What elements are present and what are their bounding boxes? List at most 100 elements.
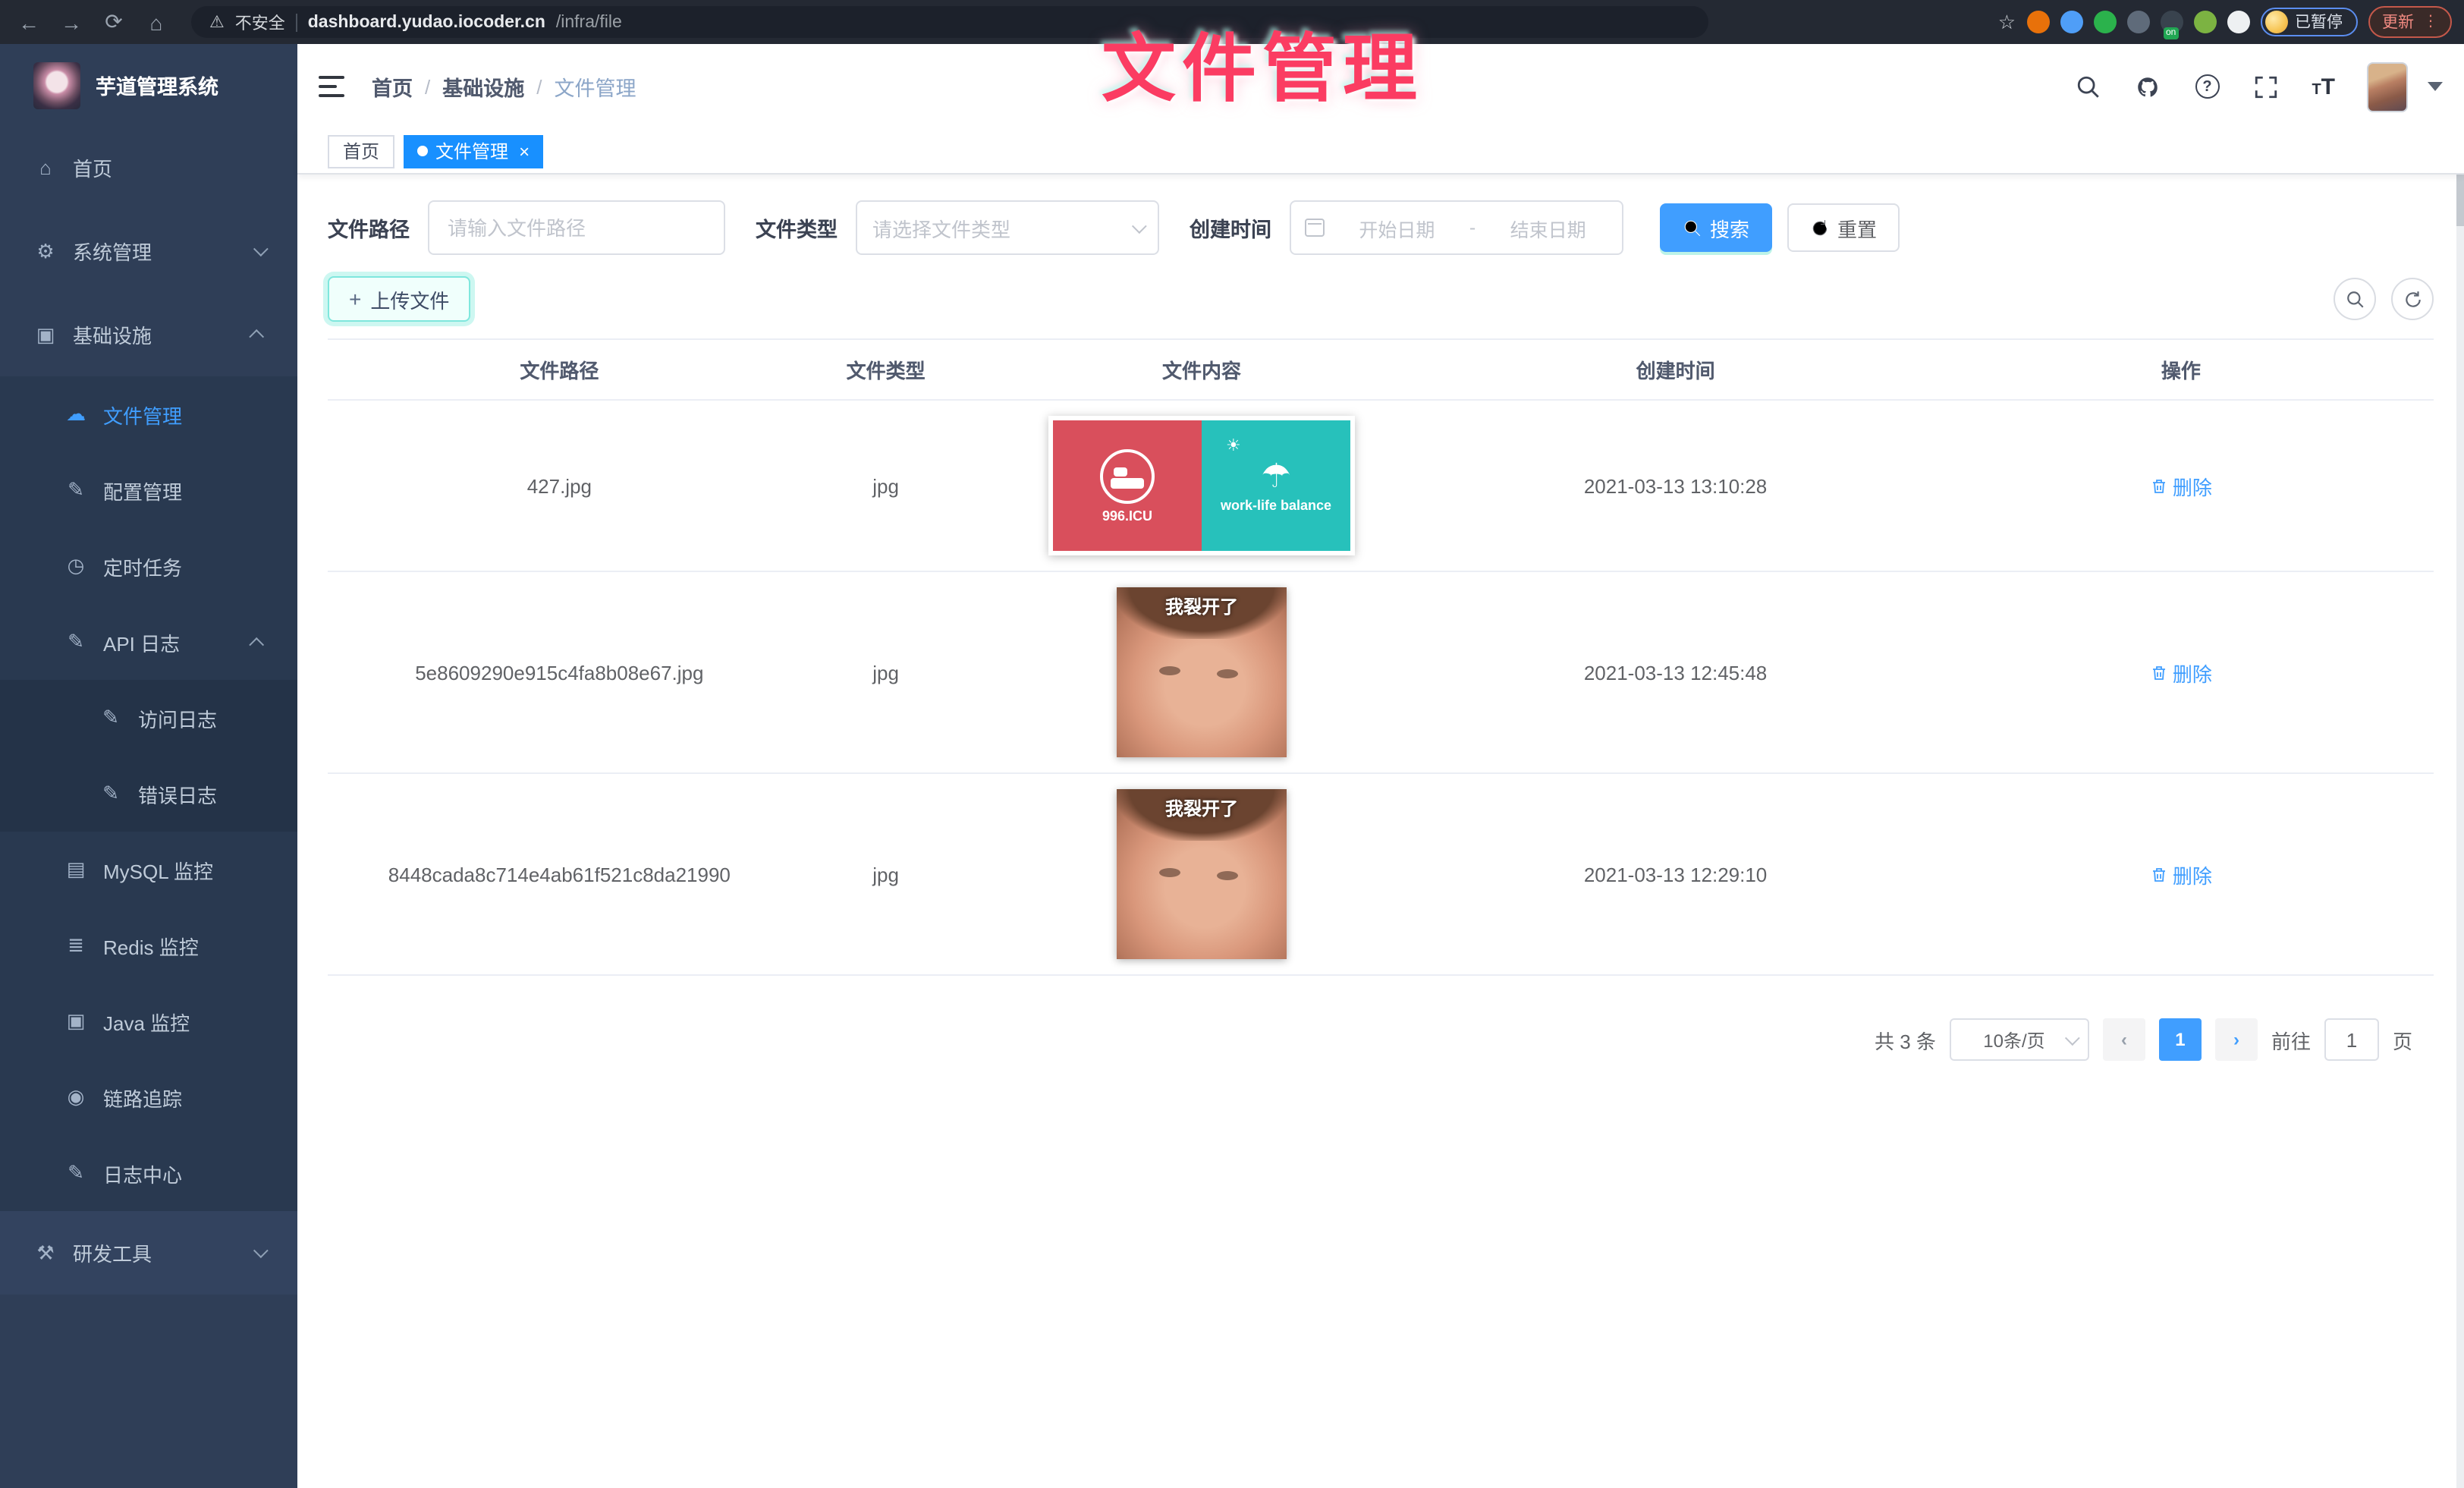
browser-menu-icon[interactable]: ⋮ xyxy=(2423,19,2438,25)
sidebar-item-system-management[interactable]: ⚙ 系统管理 xyxy=(0,209,297,293)
browser-home-icon[interactable]: ⌂ xyxy=(140,10,173,34)
tab-home[interactable]: 首页 xyxy=(328,134,394,168)
sidebar-item-redis-monitor[interactable]: ≣ Redis 监控 xyxy=(0,908,297,983)
cell-created-time: 2021-03-13 12:45:48 xyxy=(1422,571,1928,773)
chevron-down-icon xyxy=(2065,1030,2080,1045)
date-range-picker[interactable]: 开始日期 - 结束日期 xyxy=(1290,200,1623,255)
next-page-button[interactable]: › xyxy=(2215,1018,2258,1061)
security-warning-icon: ⚠ xyxy=(209,12,225,32)
sidebar-item-java-monitor[interactable]: ▣ Java 监控 xyxy=(0,983,297,1059)
extension-green-circle-icon[interactable] xyxy=(2093,11,2116,33)
annotation-overlay-title: 文件管理 xyxy=(1102,9,1423,117)
delete-button[interactable]: 删除 xyxy=(2150,658,2212,687)
breadcrumb-separator: / xyxy=(425,75,430,98)
prev-page-button[interactable]: ‹ xyxy=(2103,1018,2145,1061)
goto-page-input[interactable] xyxy=(2324,1018,2379,1061)
file-preview-baby-meme[interactable]: 我裂开了 xyxy=(1117,587,1287,757)
file-type-select[interactable]: 请选择文件类型 xyxy=(856,200,1159,255)
menu-icon: ◷ xyxy=(64,554,88,578)
security-label[interactable]: 不安全 xyxy=(235,10,285,34)
menu-icon: ≣ xyxy=(64,933,88,958)
user-avatar[interactable] xyxy=(2367,61,2408,112)
page-size-select[interactable]: 10条/页 xyxy=(1950,1018,2089,1061)
sidebar-item-link-tracing[interactable]: ◉ 链路追踪 xyxy=(0,1059,297,1135)
sidebar-item-error-logs[interactable]: ✎ 错误日志 xyxy=(0,756,297,832)
browser-extensions: on xyxy=(2026,11,2249,33)
browser-back-icon[interactable]: ← xyxy=(12,10,46,34)
reset-button[interactable]: 重置 xyxy=(1787,203,1900,252)
sidebar-item-dev-tools[interactable]: ⚒ 研发工具 xyxy=(0,1211,297,1295)
page-1-button[interactable]: 1 xyxy=(2159,1018,2202,1061)
menu-icon: ▣ xyxy=(33,322,58,347)
tab-file-management[interactable]: 文件管理 × xyxy=(404,134,543,168)
sidebar-item-file-management[interactable]: ☁ 文件管理 xyxy=(0,376,297,452)
browser-forward-icon[interactable]: → xyxy=(55,10,88,34)
sidebar-item-mysql-monitor[interactable]: ▤ MySQL 监控 xyxy=(0,832,297,908)
fullscreen-icon[interactable] xyxy=(2252,73,2280,100)
table-row: 5e8609290e915c4fa8b08e67.jpg jpg 我裂开了 20… xyxy=(328,571,2434,773)
header-search-icon[interactable] xyxy=(2075,73,2102,100)
chevron-icon xyxy=(253,1243,269,1258)
profile-paused-badge[interactable]: 已暂停 xyxy=(2260,8,2358,36)
breadcrumb-infrastructure[interactable]: 基础设施 xyxy=(442,71,524,102)
cell-file-type: jpg xyxy=(791,571,981,773)
menu-icon: ✎ xyxy=(64,1161,88,1185)
sidebar-item-scheduled-tasks[interactable]: ◷ 定时任务 xyxy=(0,528,297,604)
url-divider xyxy=(296,13,297,31)
file-path-input[interactable] xyxy=(428,200,725,255)
col-file-content: 文件内容 xyxy=(981,339,1423,400)
sidebar-item-access-logs[interactable]: ✎ 访问日志 xyxy=(0,680,297,756)
delete-button[interactable]: 删除 xyxy=(2150,860,2212,889)
chrome-update-button[interactable]: 更新 ⋮ xyxy=(2368,6,2452,38)
menu-icon: ◉ xyxy=(64,1085,88,1109)
page-content: 文件路径 文件类型 请选择文件类型 创建时间 开始日期 - 结束日期 xyxy=(297,175,2464,1488)
screen: ← → ⟳ ⌂ ⚠ 不安全 dashboard.yudao.iocoder.cn… xyxy=(0,0,2464,1488)
main-panel: 首页 / 基础设施 / 文件管理 ? TT 首页 xyxy=(297,44,2464,1488)
cell-file-type: jpg xyxy=(791,400,981,571)
toggle-search-button[interactable] xyxy=(2334,278,2376,320)
menu-icon: ✎ xyxy=(99,706,123,730)
sidebar-item-home[interactable]: ⌂ 首页 xyxy=(0,126,297,209)
sidebar-item-infrastructure[interactable]: ▣ 基础设施 xyxy=(0,293,297,376)
extension-orange-gear-icon[interactable] xyxy=(2026,11,2049,33)
app-logo-row[interactable]: 芋道管理系统 xyxy=(0,44,297,126)
plus-icon: + xyxy=(349,287,361,311)
menu-icon: ✎ xyxy=(64,478,88,502)
extension-puzzle-icon[interactable] xyxy=(2227,11,2249,33)
extension-green-leaf-icon[interactable] xyxy=(2193,11,2216,33)
file-preview-996-banner[interactable]: 996.ICU ☀ ☂ work-life balance xyxy=(1048,416,1355,555)
github-icon[interactable] xyxy=(2134,73,2161,100)
pagination: 共 3 条 10条/页 ‹ 1 › 前往 页 xyxy=(328,1018,2434,1061)
sidebar-collapse-icon[interactable] xyxy=(319,76,344,97)
address-bar[interactable]: ⚠ 不安全 dashboard.yudao.iocoder.cn /infra/… xyxy=(191,6,1708,38)
user-menu-caret-icon[interactable] xyxy=(2428,82,2443,91)
help-icon[interactable]: ? xyxy=(2193,73,2220,100)
delete-button[interactable]: 删除 xyxy=(2150,471,2212,500)
sidebar-item-api-logs[interactable]: ✎ API 日志 xyxy=(0,604,297,680)
col-file-path: 文件路径 xyxy=(328,339,791,400)
extension-blue-grid-icon[interactable] xyxy=(2126,11,2149,33)
file-table: 文件路径 文件类型 文件内容 创建时间 操作 427.jpg jpg 996.I… xyxy=(328,338,2434,976)
sidebar-item-config-management[interactable]: ✎ 配置管理 xyxy=(0,452,297,528)
breadcrumb-home[interactable]: 首页 xyxy=(372,71,413,102)
tab-close-icon[interactable]: × xyxy=(519,140,530,162)
browser-scrollbar[interactable] xyxy=(2456,44,2464,1488)
menu-icon: ⌂ xyxy=(33,156,58,179)
bookmark-star-icon[interactable]: ☆ xyxy=(1998,10,2016,34)
upload-file-button[interactable]: + 上传文件 xyxy=(328,276,470,322)
file-preview-baby-meme[interactable]: 我裂开了 xyxy=(1117,789,1287,959)
browser-reload-icon[interactable]: ⟳ xyxy=(97,9,130,35)
extension-blue-drop-icon[interactable] xyxy=(2060,11,2082,33)
sidebar-item-log-center[interactable]: ✎ 日志中心 xyxy=(0,1135,297,1211)
menu-icon: ✎ xyxy=(64,630,88,654)
cell-actions: 删除 xyxy=(1928,773,2434,975)
font-size-icon[interactable]: TT xyxy=(2312,74,2335,99)
url-host: dashboard.yudao.iocoder.cn xyxy=(308,13,545,31)
chevron-icon xyxy=(249,329,264,344)
cell-file-path: 5e8609290e915c4fa8b08e67.jpg xyxy=(328,571,791,773)
sidebar-menu: ⌂ 首页 ⚙ 系统管理 ▣ 基础设施 ☁ 文件管理 ✎ 配置管理 ◷ 定时任务 … xyxy=(0,126,297,1488)
date-start-placeholder: 开始日期 xyxy=(1337,213,1457,242)
refresh-table-button[interactable] xyxy=(2391,278,2434,320)
search-button[interactable]: 搜索 xyxy=(1660,203,1772,252)
extension-dark-on-icon[interactable]: on xyxy=(2160,11,2183,33)
